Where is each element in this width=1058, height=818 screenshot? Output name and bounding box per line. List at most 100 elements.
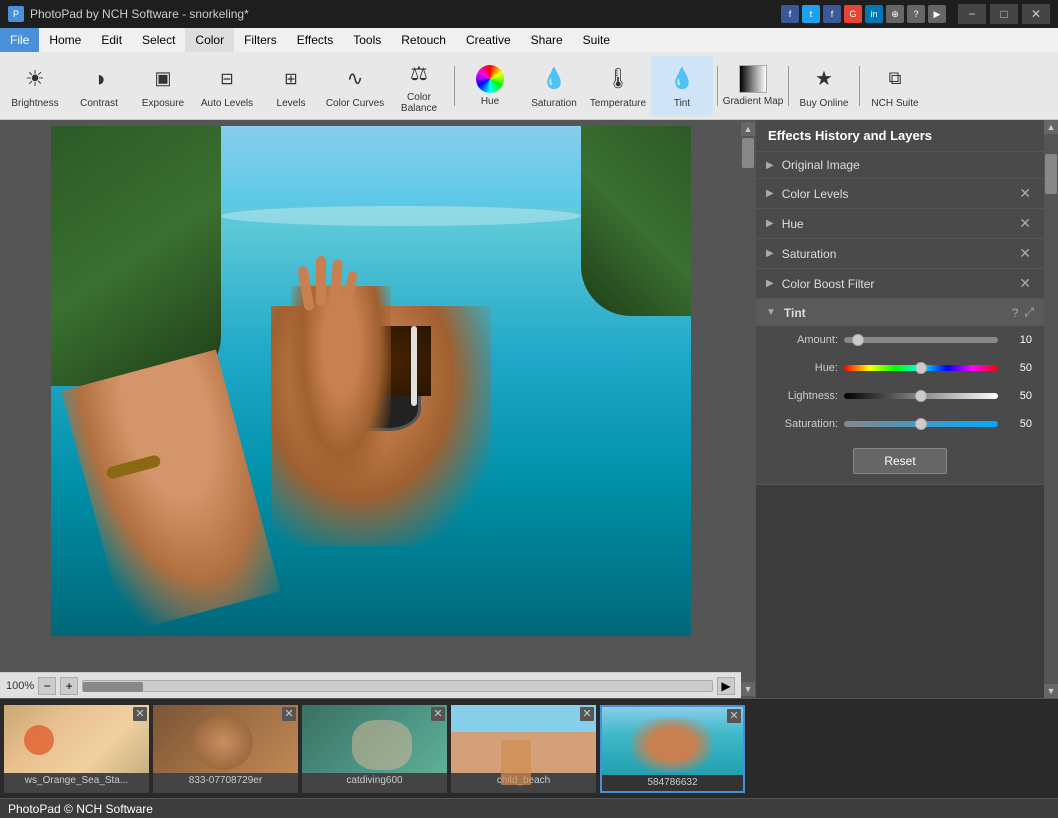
lightness-value: 50 [1004,390,1032,402]
right-scroll-track[interactable] [1044,134,1058,684]
saturation-slider-label: Saturation: [768,418,838,430]
effect-row-saturation[interactable]: ▶ Saturation ✕ [756,239,1044,269]
buy-online-tool[interactable]: ★ Buy Online [793,56,855,116]
menu-share[interactable]: Share [521,28,573,52]
effect-row-color-levels[interactable]: ▶ Color Levels ✕ [756,179,1044,209]
menu-color[interactable]: Color [185,28,234,52]
effect-row-hue[interactable]: ▶ Hue ✕ [756,209,1044,239]
temperature-tool[interactable]: 🌡 Temperature [587,56,649,116]
tint-header[interactable]: ▼ Tint ? ⤢ [756,299,1044,326]
filmstrip-item-2[interactable]: ✕ catdiving600 [302,705,447,793]
effect-close-hue[interactable]: ✕ [1016,215,1034,232]
effect-row-color-boost[interactable]: ▶ Color Boost Filter ✕ [756,269,1044,299]
toolbar-divider2 [717,66,718,106]
saturation-icon: 💧 [538,63,570,95]
exposure-label: Exposure [142,98,184,109]
exposure-tool[interactable]: ▣ Exposure [132,56,194,116]
social-icon[interactable]: ⊕ [886,5,904,23]
hue-tool[interactable]: Hue [459,56,521,116]
menu-file[interactable]: File [0,28,39,52]
gradient-map-tool[interactable]: Gradient Map [722,56,784,116]
starfish [24,725,54,755]
tint-expand-icon[interactable]: ⤢ [1024,305,1034,320]
scroll-down-arrow[interactable]: ▼ [741,682,755,696]
help-icon[interactable]: ? [907,5,925,23]
effect-close-color-boost[interactable]: ✕ [1016,275,1034,292]
right-scroll-up[interactable]: ▲ [1044,120,1058,134]
lightness-slider[interactable] [844,393,998,399]
left-content: 100% − + ▶ [0,120,741,698]
finger2 [316,256,326,306]
filmstrip-item-0[interactable]: ✕ ws_Orange_Sea_Sta... [4,705,149,793]
brightness-tool[interactable]: ☀ Brightness [4,56,66,116]
horizontal-scrollbar[interactable] [82,680,713,692]
facebook-icon[interactable]: f [781,5,799,23]
vertical-scrollbar[interactable]: ▲ ▼ [741,120,755,698]
effect-row-original[interactable]: ▶ Original Image [756,152,1044,179]
menu-edit[interactable]: Edit [91,28,132,52]
amount-thumb[interactable] [852,334,864,346]
filmstrip-close-0[interactable]: ✕ [133,707,147,721]
color-curves-tool[interactable]: ∿ Color Curves [324,56,386,116]
levels-tool[interactable]: ⊞ Levels [260,56,322,116]
color-balance-tool[interactable]: ⚖ Color Balance [388,56,450,116]
auto-levels-label: Auto Levels [201,98,253,109]
right-scroll-down[interactable]: ▼ [1044,684,1058,698]
scroll-up-arrow[interactable]: ▲ [741,122,755,136]
menu-select[interactable]: Select [132,28,185,52]
menu-effects[interactable]: Effects [287,28,343,52]
contrast-tool[interactable]: ◑ Contrast [68,56,130,116]
filmstrip-item-3[interactable]: ✕ child_beach [451,705,596,793]
filmstrip-close-1[interactable]: ✕ [282,707,296,721]
menu-creative[interactable]: Creative [456,28,521,52]
linkedin-icon[interactable]: in [865,5,883,23]
contrast-icon: ◑ [83,63,115,95]
effect-close-saturation[interactable]: ✕ [1016,245,1034,262]
twitter-icon[interactable]: t [802,5,820,23]
nch-suite-tool[interactable]: ⧉ NCH Suite [864,56,926,116]
menu-filters[interactable]: Filters [234,28,287,52]
menu-tools[interactable]: Tools [343,28,391,52]
right-scroll-thumb[interactable] [1045,154,1057,194]
facebook2-icon[interactable]: f [823,5,841,23]
effect-label-color-levels: Color Levels [782,187,1017,201]
filmstrip-item-1[interactable]: ✕ 833-07708729er [153,705,298,793]
filmstrip-close-4[interactable]: ✕ [727,709,741,723]
tint-help-icon[interactable]: ? [1012,306,1019,320]
filmstrip-close-3[interactable]: ✕ [580,707,594,721]
hue-thumb[interactable] [915,362,927,374]
google-icon[interactable]: G [844,5,862,23]
content-area: 100% − + ▶ ▲ ▼ Effects History and Layer… [0,120,1058,698]
saturation-slider[interactable] [844,421,998,427]
zoom-in-button[interactable]: + [60,677,78,695]
scrollbar-thumb[interactable] [83,682,143,692]
scroll-thumb[interactable] [742,138,754,168]
saturation-label: Saturation [531,98,577,109]
hue-slider[interactable] [844,365,998,371]
menu-suite[interactable]: Suite [573,28,620,52]
minimize-button[interactable]: − [958,4,986,24]
close-button[interactable]: ✕ [1022,4,1050,24]
filmstrip-item-4[interactable]: ✕ 584786632 [600,705,745,793]
maximize-button[interactable]: □ [990,4,1018,24]
saturation-thumb[interactable] [915,418,927,430]
boat-shape [352,720,412,770]
amount-slider[interactable] [844,337,998,343]
filmstrip-thumb-0 [4,705,149,773]
scroll-right-button[interactable]: ▶ [717,677,735,695]
filmstrip-name-1: 833-07708729er [153,773,298,788]
effect-close-color-levels[interactable]: ✕ [1016,185,1034,202]
snorkel-tube [411,326,417,406]
info-icon[interactable]: ▶ [928,5,946,23]
nch-suite-label: NCH Suite [871,98,918,109]
tint-tool[interactable]: 💧 Tint [651,56,713,116]
effect-label-saturation: Saturation [782,247,1017,261]
auto-levels-tool[interactable]: ⊟ Auto Levels [196,56,258,116]
saturation-tool[interactable]: 💧 Saturation [523,56,585,116]
reset-button[interactable]: Reset [853,448,946,474]
zoom-out-button[interactable]: − [38,677,56,695]
lightness-thumb[interactable] [915,390,927,402]
menu-retouch[interactable]: Retouch [391,28,456,52]
filmstrip-close-2[interactable]: ✕ [431,707,445,721]
menu-home[interactable]: Home [39,28,91,52]
